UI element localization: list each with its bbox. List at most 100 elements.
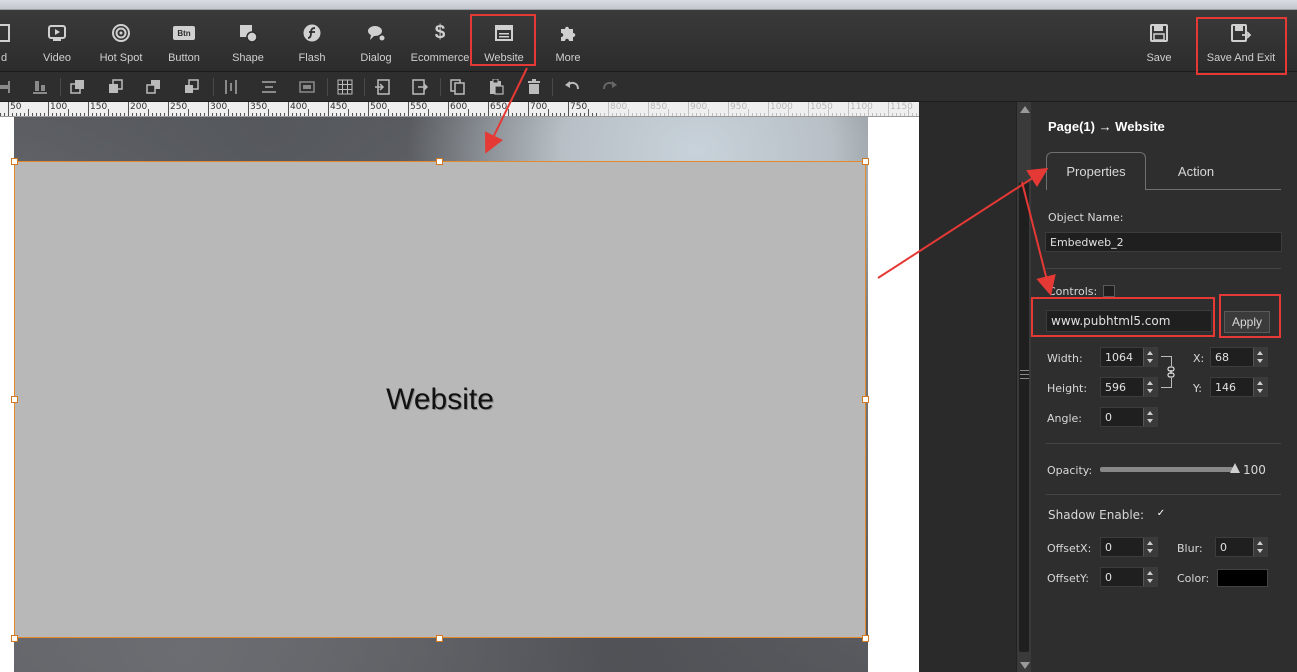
highlight-apply-button [1219, 294, 1281, 338]
toolbar-button-label: Button [168, 52, 200, 64]
toolbar-load-button[interactable]: d [0, 10, 14, 72]
offsetx-stepper-arrows[interactable] [1143, 538, 1157, 556]
offsety-stepper[interactable]: 0 [1100, 567, 1158, 587]
vertical-scrollbar[interactable] [1016, 102, 1031, 672]
angle-stepper[interactable]: 0 [1100, 407, 1158, 427]
same-size-icon[interactable] [298, 78, 316, 96]
align-left-icon[interactable] [0, 78, 14, 96]
shadow-enable-checkbox[interactable]: ✓ [1155, 509, 1167, 521]
flash-icon [301, 22, 323, 44]
ruler-tick [572, 113, 573, 116]
toolbar-flash-label: Flash [298, 52, 326, 64]
resize-handle-top-left[interactable] [11, 158, 18, 165]
height-value: 596 [1105, 381, 1126, 394]
width-stepper[interactable]: 1064 [1100, 347, 1158, 367]
distribute-horizontal-icon[interactable] [222, 78, 240, 96]
angle-stepper-arrows[interactable] [1143, 408, 1157, 426]
shadow-enable-label: Shadow Enable: [1048, 508, 1145, 522]
ruler-tick [536, 113, 537, 116]
shadow-color-swatch[interactable] [1217, 569, 1268, 587]
ruler-tick [312, 113, 313, 116]
scroll-up-icon[interactable] [1020, 106, 1030, 113]
resize-handle-bottom[interactable] [436, 635, 443, 642]
x-stepper-arrows[interactable] [1253, 348, 1267, 366]
chain-link-icon[interactable] [1164, 366, 1178, 378]
bring-front-icon[interactable] [69, 78, 87, 96]
tab-properties[interactable]: Properties [1046, 152, 1146, 190]
y-label: Y: [1193, 382, 1202, 395]
grid-icon[interactable] [336, 78, 354, 96]
width-value: 1064 [1105, 351, 1133, 364]
y-stepper-arrows[interactable] [1253, 378, 1267, 396]
toolbar-shape-label: Shape [232, 52, 264, 64]
panel-divider [1046, 443, 1281, 444]
ruler-tick [424, 113, 425, 116]
button-glyph: Btn [173, 26, 195, 40]
align-bottom-icon[interactable] [31, 78, 49, 96]
controls-checkbox[interactable] [1103, 285, 1115, 297]
copy-icon[interactable] [449, 78, 467, 96]
scroll-down-icon[interactable] [1020, 662, 1030, 669]
resize-handle-bottom-left[interactable] [11, 635, 18, 642]
load-icon [0, 22, 15, 44]
save-button[interactable]: Save [1140, 10, 1178, 72]
ruler-tick [480, 113, 481, 116]
hotspot-icon [110, 22, 132, 44]
ruler-tick [172, 113, 173, 116]
toolbar-shape-button[interactable]: Shape [226, 10, 270, 72]
paste-icon[interactable] [487, 78, 505, 96]
toolbar-ecommerce-button[interactable]: $ Ecommerce [410, 10, 470, 72]
ruler-tick [244, 113, 245, 116]
import-icon[interactable] [373, 78, 391, 96]
ruler-tick [456, 113, 457, 116]
toolbar-divider [552, 78, 553, 96]
opacity-slider[interactable] [1100, 467, 1237, 472]
canvas-area[interactable]: Website [0, 117, 919, 672]
splitter-grip-icon[interactable] [1020, 370, 1029, 379]
y-stepper[interactable]: 146 [1210, 377, 1268, 397]
shadow-check-mark: ✓ [1156, 508, 1166, 519]
ruler-tick [8, 102, 9, 116]
toolbar-video-button[interactable]: Video [38, 10, 76, 72]
ruler-tick [448, 102, 449, 116]
scrollbar-thumb[interactable] [1019, 182, 1029, 652]
ruler-tick [420, 113, 421, 116]
ruler-tick [352, 113, 353, 116]
offsetx-stepper[interactable]: 0 [1100, 537, 1158, 557]
ruler-tick [212, 113, 213, 116]
ruler-tick [316, 113, 317, 116]
send-back-icon[interactable] [183, 78, 201, 96]
toolbar-dialog-button[interactable]: Dialog [356, 10, 396, 72]
ruler-tick [320, 113, 321, 116]
undo-icon[interactable] [563, 78, 581, 96]
send-backward-icon[interactable] [145, 78, 163, 96]
resize-handle-top[interactable] [436, 158, 443, 165]
blur-stepper-arrows[interactable] [1253, 538, 1267, 556]
object-name-field[interactable]: Embedweb_2 [1045, 232, 1282, 252]
delete-icon[interactable] [525, 78, 543, 96]
resize-handle-top-right[interactable] [862, 158, 869, 165]
redo-icon[interactable] [601, 78, 619, 96]
export-icon[interactable] [411, 78, 429, 96]
ruler-label: 350 [250, 102, 268, 112]
offsety-stepper-arrows[interactable] [1143, 568, 1157, 586]
toolbar-button-button[interactable]: Btn Button [160, 10, 208, 72]
resize-handle-left[interactable] [11, 396, 18, 403]
tab-action[interactable]: Action [1146, 152, 1246, 190]
bring-forward-icon[interactable] [107, 78, 125, 96]
ruler-tick [236, 113, 237, 116]
height-stepper-arrows[interactable] [1143, 378, 1157, 396]
website-embed-object[interactable]: Website [14, 161, 866, 638]
toolbar-flash-button[interactable]: Flash [292, 10, 332, 72]
ruler-tick [328, 102, 329, 116]
resize-handle-bottom-right[interactable] [862, 635, 869, 642]
resize-handle-right[interactable] [862, 396, 869, 403]
distribute-vertical-icon[interactable] [260, 78, 278, 96]
toolbar-more-button[interactable]: More [548, 10, 588, 72]
width-stepper-arrows[interactable] [1143, 348, 1157, 366]
x-stepper[interactable]: 68 [1210, 347, 1268, 367]
height-stepper[interactable]: 596 [1100, 377, 1158, 397]
toolbar-hotspot-button[interactable]: Hot Spot [94, 10, 148, 72]
opacity-slider-thumb[interactable] [1230, 463, 1240, 473]
blur-stepper[interactable]: 0 [1215, 537, 1268, 557]
